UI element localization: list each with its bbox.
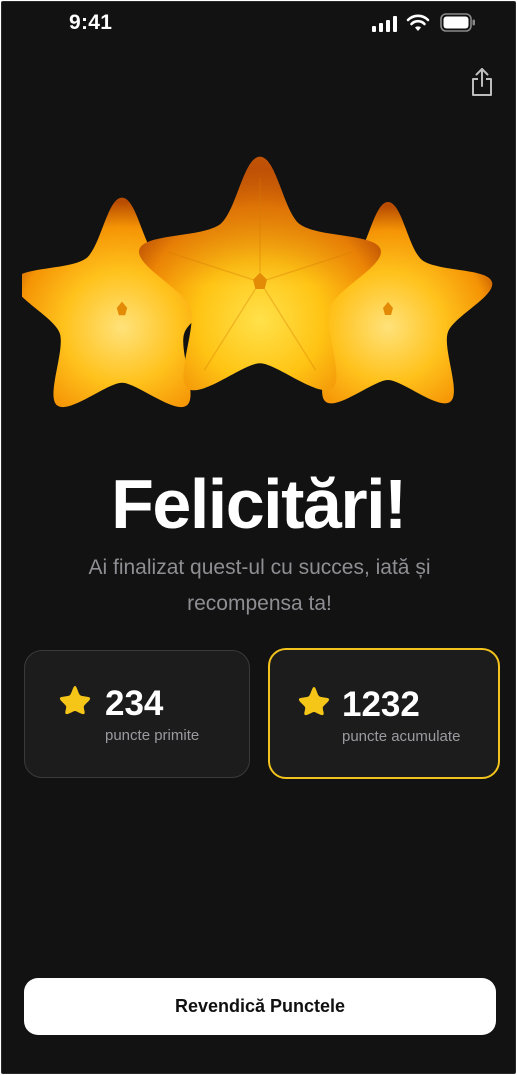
share-icon bbox=[472, 68, 492, 96]
points-received-card: 234 puncte primite bbox=[24, 650, 250, 778]
stars-illustration bbox=[22, 156, 493, 408]
wifi-icon bbox=[406, 14, 430, 31]
screen: 9:41 Felicitări! Ai finalizat quest-ul c… bbox=[1, 1, 516, 1074]
page-subtitle: Ai finalizat quest-ul cu succes, iată și… bbox=[88, 556, 431, 615]
points-received-label: puncte primite bbox=[105, 727, 200, 744]
points-total-value: 1232 bbox=[342, 685, 420, 724]
claim-points-button[interactable]: Revendică Punctele bbox=[24, 978, 496, 1035]
points-total-label: puncte acumulate bbox=[342, 728, 461, 745]
signal-icon bbox=[372, 16, 397, 32]
star-icon bbox=[298, 687, 330, 716]
status-time: 9:41 bbox=[69, 11, 113, 34]
battery-icon bbox=[440, 13, 475, 32]
page-title: Felicitări! bbox=[111, 465, 407, 543]
points-received-value: 234 bbox=[105, 684, 164, 723]
star-icon bbox=[59, 686, 91, 715]
share-button[interactable] bbox=[468, 66, 496, 98]
status-bar: 9:41 bbox=[2, 2, 515, 46]
points-total-card: 1232 puncte acumulate bbox=[268, 648, 500, 779]
